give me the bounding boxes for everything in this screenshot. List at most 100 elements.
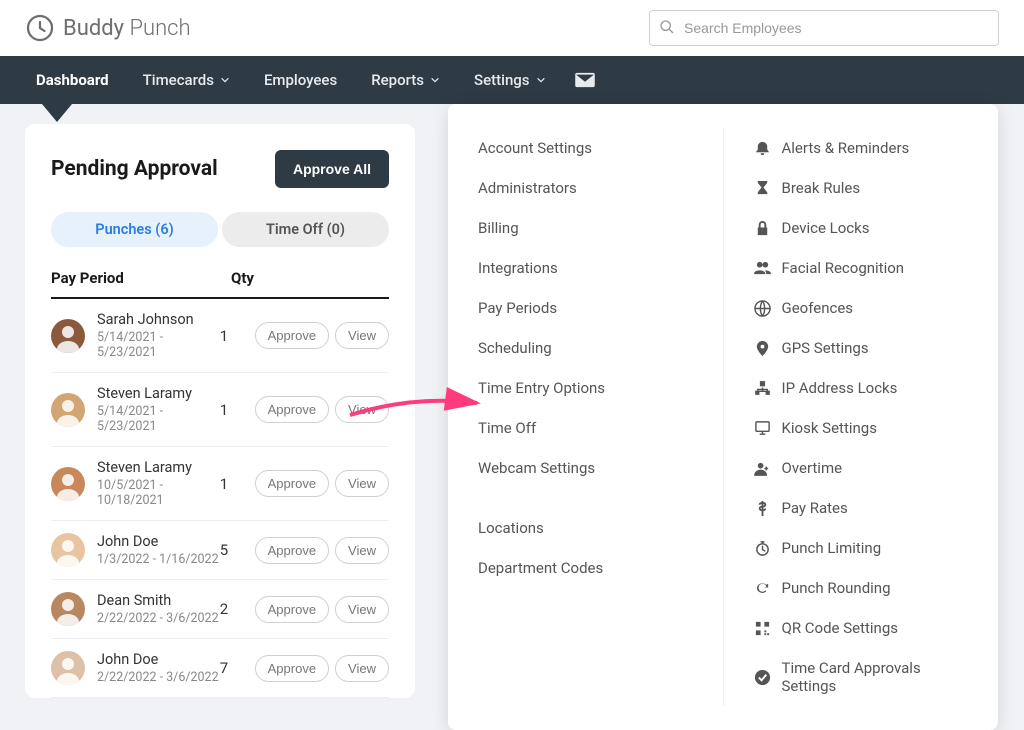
view-button[interactable]: View xyxy=(335,655,389,682)
col-qty: Qty xyxy=(231,269,271,287)
approve-button[interactable]: Approve xyxy=(255,537,329,564)
lock-icon xyxy=(754,220,771,237)
settings-menu-item[interactable]: Time Off xyxy=(478,408,693,448)
avatar xyxy=(51,467,85,501)
globe-icon xyxy=(754,300,771,317)
pending-approval-card: Pending Approval Approve All Punches (6)… xyxy=(25,124,415,698)
clock-icon xyxy=(25,13,55,43)
settings-menu-item[interactable]: Webcam Settings xyxy=(478,448,693,488)
card-title: Pending Approval xyxy=(51,157,218,181)
settings-menu-item[interactable]: Break Rules xyxy=(754,168,969,208)
settings-menu-item[interactable]: Locations xyxy=(478,508,693,548)
nav-reports[interactable]: Reports xyxy=(355,56,456,104)
nav-timecards[interactable]: Timecards xyxy=(127,56,246,104)
logo[interactable]: Buddy Punch xyxy=(25,13,191,43)
dollar-icon xyxy=(754,500,771,517)
settings-menu-item[interactable]: Time Entry Options xyxy=(478,368,693,408)
search-wrap xyxy=(649,10,999,46)
employee-info: Sarah Johnson 5/14/2021 - 5/23/2021 xyxy=(97,311,220,360)
settings-menu-item[interactable]: Overtime xyxy=(754,448,969,488)
employee-name: Steven Laramy xyxy=(97,459,220,476)
settings-menu-item[interactable]: Alerts & Reminders xyxy=(754,128,969,168)
check-circle-icon xyxy=(754,669,771,686)
pay-period-dates: 2/22/2022 - 3/6/2022 xyxy=(97,611,220,626)
settings-menu-item[interactable]: Billing xyxy=(478,208,693,248)
view-button[interactable]: View xyxy=(335,322,389,349)
search-input[interactable] xyxy=(649,10,999,46)
employee-name: John Doe xyxy=(97,533,220,550)
settings-menu-item[interactable]: Integrations xyxy=(478,248,693,288)
employee-info: Dean Smith 2/22/2022 - 3/6/2022 xyxy=(97,592,220,626)
bell-icon xyxy=(754,140,771,157)
nav-settings[interactable]: Settings xyxy=(458,56,562,104)
top-bar: Buddy Punch xyxy=(0,0,1024,56)
view-button[interactable]: View xyxy=(335,396,389,423)
table-row: Sarah Johnson 5/14/2021 - 5/23/2021 1 Ap… xyxy=(51,299,389,373)
search-icon xyxy=(659,19,675,35)
mail-icon[interactable] xyxy=(574,72,596,88)
employee-info: Steven Laramy 10/5/2021 - 10/18/2021 xyxy=(97,459,220,508)
settings-menu-item[interactable]: Account Settings xyxy=(478,128,693,168)
settings-menu-item[interactable]: Administrators xyxy=(478,168,693,208)
qty-value: 1 xyxy=(220,475,255,493)
hourglass-icon xyxy=(754,180,771,197)
table-row: Dean Smith 2/22/2022 - 3/6/2022 2 Approv… xyxy=(51,580,389,639)
qty-value: 1 xyxy=(220,401,255,419)
qty-value: 5 xyxy=(220,541,255,559)
qty-value: 1 xyxy=(220,327,255,345)
settings-menu-item[interactable]: Time Card Approvals Settings xyxy=(754,648,969,706)
table-row: John Doe 2/22/2022 - 3/6/2022 7 Approve … xyxy=(51,639,389,698)
table-row: Steven Laramy 5/14/2021 - 5/23/2021 1 Ap… xyxy=(51,373,389,447)
chevron-down-icon xyxy=(220,75,230,85)
main-nav: Dashboard Timecards Employees Reports Se… xyxy=(0,56,1024,104)
nav-dashboard[interactable]: Dashboard xyxy=(20,56,125,104)
settings-menu-item[interactable]: Device Locks xyxy=(754,208,969,248)
qr-icon xyxy=(754,620,771,637)
table-row: John Doe 1/3/2022 - 1/16/2022 5 Approve … xyxy=(51,521,389,580)
avatar xyxy=(51,319,85,353)
settings-menu-item[interactable]: Kiosk Settings xyxy=(754,408,969,448)
pin-icon xyxy=(754,340,771,357)
tab-punches[interactable]: Punches (6) xyxy=(51,212,218,247)
view-button[interactable]: View xyxy=(335,596,389,623)
settings-menu-item[interactable]: Pay Rates xyxy=(754,488,969,528)
users-icon xyxy=(754,260,771,277)
settings-menu-item[interactable]: GPS Settings xyxy=(754,328,969,368)
settings-menu-item[interactable]: Pay Periods xyxy=(478,288,693,328)
view-button[interactable]: View xyxy=(335,470,389,497)
col-pay-period: Pay Period xyxy=(51,269,231,287)
monitor-icon xyxy=(754,420,771,437)
settings-menu-item[interactable]: Department Codes xyxy=(478,548,693,588)
avatar xyxy=(51,533,85,567)
employee-info: Steven Laramy 5/14/2021 - 5/23/2021 xyxy=(97,385,220,434)
person-plus-icon xyxy=(754,460,771,477)
approve-button[interactable]: Approve xyxy=(255,322,329,349)
qty-value: 7 xyxy=(220,659,255,677)
nav-employees[interactable]: Employees xyxy=(248,56,353,104)
settings-menu-item[interactable]: QR Code Settings xyxy=(754,608,969,648)
table-header: Pay Period Qty xyxy=(51,269,389,299)
settings-menu-item[interactable]: Punch Rounding xyxy=(754,568,969,608)
approve-button[interactable]: Approve xyxy=(255,596,329,623)
approve-all-button[interactable]: Approve All xyxy=(275,150,389,188)
employee-info: John Doe 2/22/2022 - 3/6/2022 xyxy=(97,651,220,685)
settings-menu-item[interactable]: Punch Limiting xyxy=(754,528,969,568)
pay-period-dates: 10/5/2021 - 10/18/2021 xyxy=(97,478,220,508)
approve-button[interactable]: Approve xyxy=(255,396,329,423)
approve-button[interactable]: Approve xyxy=(255,470,329,497)
pay-period-dates: 2/22/2022 - 3/6/2022 xyxy=(97,670,220,685)
tab-timeoff[interactable]: Time Off (0) xyxy=(222,212,389,247)
settings-menu-item[interactable]: Facial Recognition xyxy=(754,248,969,288)
tabs: Punches (6) Time Off (0) xyxy=(51,212,389,247)
refresh-icon xyxy=(754,580,771,597)
avatar xyxy=(51,592,85,626)
employee-info: John Doe 1/3/2022 - 1/16/2022 xyxy=(97,533,220,567)
settings-menu-item[interactable]: IP Address Locks xyxy=(754,368,969,408)
settings-menu-item[interactable]: Geofences xyxy=(754,288,969,328)
settings-menu-item[interactable]: Scheduling xyxy=(478,328,693,368)
chevron-down-icon xyxy=(536,75,546,85)
approve-button[interactable]: Approve xyxy=(255,655,329,682)
employee-name: Dean Smith xyxy=(97,592,220,609)
pay-period-dates: 5/14/2021 - 5/23/2021 xyxy=(97,404,220,434)
view-button[interactable]: View xyxy=(335,537,389,564)
